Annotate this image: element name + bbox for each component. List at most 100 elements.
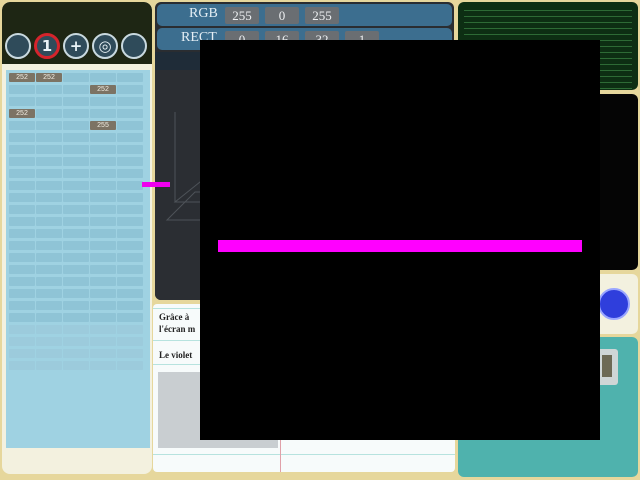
- grid-cell[interactable]: [36, 121, 62, 130]
- rgb-green-field[interactable]: 0: [265, 7, 299, 24]
- grid-cell[interactable]: [36, 217, 62, 226]
- rgb-red-field[interactable]: 255: [225, 7, 259, 24]
- grid-cell[interactable]: [63, 253, 89, 262]
- grid-cell[interactable]: [90, 145, 116, 154]
- grid-cell[interactable]: [63, 145, 89, 154]
- grid-cell[interactable]: [63, 157, 89, 166]
- grid-cell[interactable]: [117, 157, 143, 166]
- grid-cell[interactable]: [63, 109, 89, 118]
- grid-cell[interactable]: [90, 253, 116, 262]
- grid-cell[interactable]: [9, 217, 35, 226]
- grid-cell[interactable]: [9, 229, 35, 238]
- grid-cell[interactable]: [9, 241, 35, 250]
- grid-cell[interactable]: [36, 157, 62, 166]
- grid-cell[interactable]: [36, 229, 62, 238]
- grid-cell[interactable]: [36, 85, 62, 94]
- grid-cell[interactable]: [90, 289, 116, 298]
- grid-cell[interactable]: 252: [9, 73, 35, 82]
- grid-cell[interactable]: [90, 109, 116, 118]
- grid-cell[interactable]: [90, 157, 116, 166]
- grid-cell[interactable]: [117, 121, 143, 130]
- step-one-button[interactable]: 1: [34, 33, 60, 59]
- target-button[interactable]: ◎: [92, 33, 118, 59]
- grid-cell[interactable]: [9, 121, 35, 130]
- grid-cell[interactable]: [117, 73, 143, 82]
- grid-cell[interactable]: [117, 217, 143, 226]
- slider-handle[interactable]: [602, 355, 612, 377]
- add-button[interactable]: +: [63, 33, 89, 59]
- grid-cell[interactable]: [90, 241, 116, 250]
- grid-cell[interactable]: [36, 325, 62, 334]
- grid-cell[interactable]: [63, 205, 89, 214]
- status-indicator-button[interactable]: [598, 288, 630, 320]
- grid-cell[interactable]: [63, 277, 89, 286]
- grid-cell[interactable]: [63, 193, 89, 202]
- grid-cell[interactable]: [63, 169, 89, 178]
- grid-cell[interactable]: [117, 289, 143, 298]
- circle-tool-button-2[interactable]: [121, 33, 147, 59]
- grid-cell[interactable]: [63, 289, 89, 298]
- grid-cell[interactable]: [9, 361, 35, 370]
- grid-cell[interactable]: [90, 325, 116, 334]
- grid-cell[interactable]: [117, 277, 143, 286]
- grid-cell[interactable]: [63, 349, 89, 358]
- grid-cell[interactable]: [90, 229, 116, 238]
- grid-cell[interactable]: [36, 265, 62, 274]
- grid-cell[interactable]: [90, 361, 116, 370]
- grid-cell[interactable]: [90, 169, 116, 178]
- grid-cell[interactable]: 252: [36, 73, 62, 82]
- grid-cell[interactable]: [117, 97, 143, 106]
- grid-cell[interactable]: [117, 313, 143, 322]
- grid-cell[interactable]: [90, 97, 116, 106]
- grid-cell[interactable]: [63, 97, 89, 106]
- grid-cell[interactable]: [36, 145, 62, 154]
- grid-cell[interactable]: [90, 217, 116, 226]
- grid-cell[interactable]: [9, 205, 35, 214]
- grid-cell[interactable]: 252: [9, 109, 35, 118]
- grid-cell[interactable]: [117, 241, 143, 250]
- grid-cell[interactable]: [36, 277, 62, 286]
- grid-cell[interactable]: [117, 361, 143, 370]
- grid-cell[interactable]: 255: [90, 121, 116, 130]
- grid-cell[interactable]: [117, 193, 143, 202]
- grid-cell[interactable]: [36, 97, 62, 106]
- grid-cell[interactable]: [36, 301, 62, 310]
- grid-cell[interactable]: [117, 229, 143, 238]
- grid-cell[interactable]: [63, 217, 89, 226]
- grid-cell[interactable]: [9, 325, 35, 334]
- grid-cell[interactable]: [90, 301, 116, 310]
- grid-cell[interactable]: [90, 313, 116, 322]
- grid-cell[interactable]: [117, 109, 143, 118]
- grid-cell[interactable]: [117, 85, 143, 94]
- grid-cell[interactable]: [9, 193, 35, 202]
- grid-cell[interactable]: [90, 205, 116, 214]
- grid-cell[interactable]: [36, 337, 62, 346]
- grid-cell[interactable]: [9, 145, 35, 154]
- grid-cell[interactable]: [90, 73, 116, 82]
- grid-cell[interactable]: [9, 133, 35, 142]
- grid-cell[interactable]: [117, 349, 143, 358]
- grid-cell[interactable]: [36, 313, 62, 322]
- grid-cell[interactable]: [63, 301, 89, 310]
- grid-cell[interactable]: [63, 229, 89, 238]
- grid-cell[interactable]: [63, 121, 89, 130]
- grid-cell[interactable]: [63, 241, 89, 250]
- grid-cell[interactable]: [36, 361, 62, 370]
- grid-cell[interactable]: [63, 85, 89, 94]
- grid-cell[interactable]: [63, 313, 89, 322]
- grid-cell[interactable]: [63, 181, 89, 190]
- circle-tool-button[interactable]: [5, 33, 31, 59]
- grid-cell[interactable]: [117, 337, 143, 346]
- grid-cell[interactable]: [63, 133, 89, 142]
- grid-cell[interactable]: [117, 325, 143, 334]
- grid-cell[interactable]: [90, 277, 116, 286]
- grid-cell[interactable]: [117, 181, 143, 190]
- grid-cell[interactable]: [63, 73, 89, 82]
- grid-cell[interactable]: 252: [90, 85, 116, 94]
- grid-cell[interactable]: [90, 133, 116, 142]
- grid-cell[interactable]: [117, 133, 143, 142]
- grid-cell[interactable]: [117, 205, 143, 214]
- rgb-blue-field[interactable]: 255: [305, 7, 339, 24]
- grid-cell[interactable]: [63, 337, 89, 346]
- grid-cell[interactable]: [9, 313, 35, 322]
